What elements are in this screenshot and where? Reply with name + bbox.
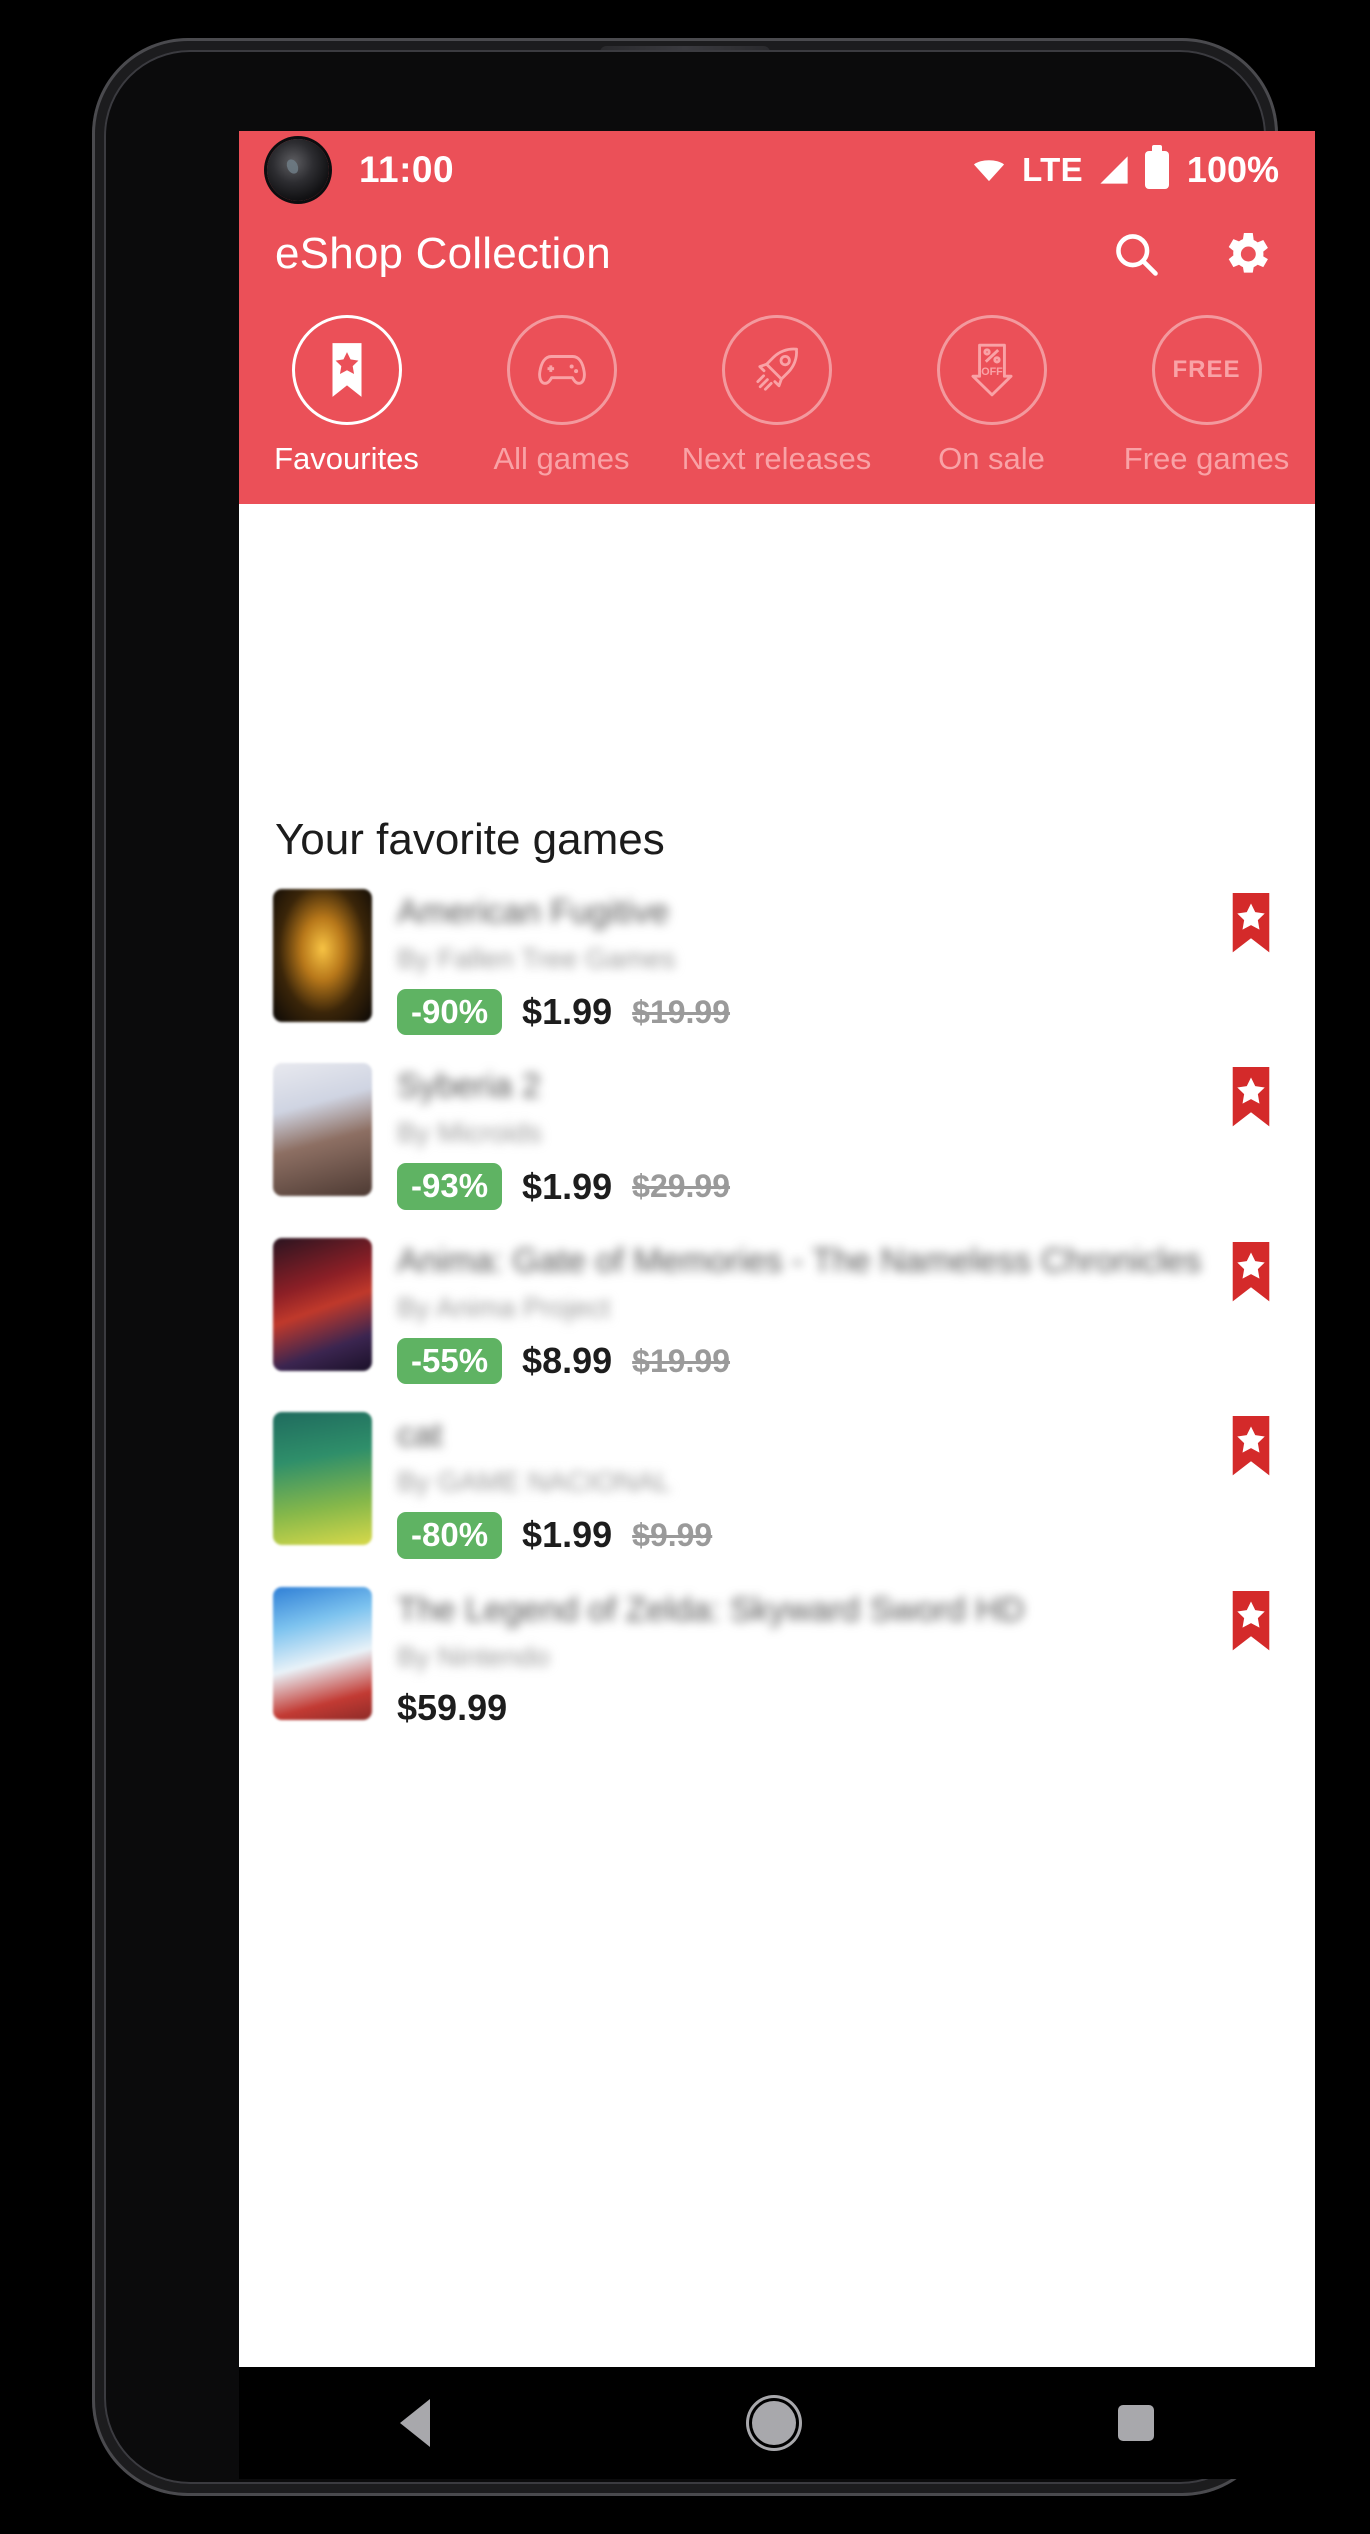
game-title: American Fugitive	[397, 893, 670, 931]
search-icon[interactable]	[1107, 225, 1165, 283]
original-price: $19.99	[632, 993, 731, 1030]
game-cover-art	[273, 1586, 372, 1720]
game-info: The Legend of Zelda: Skyward Sword HD By…	[397, 1587, 1205, 1729]
price-row: -80% $1.99 $9.99	[397, 1512, 1205, 1559]
free-badge-icon: FREE	[1151, 315, 1262, 425]
signal-icon	[1097, 155, 1131, 185]
app-header: 11:00 LTE 100% eShop Collection Favourit…	[239, 131, 1315, 504]
content-sheet: Your favorite games American Fugitive By…	[239, 781, 1315, 2479]
game-cover-art	[273, 1237, 372, 1371]
price-row: -55% $8.99 $19.99	[397, 1337, 1205, 1385]
discount-badge: -80%	[397, 1512, 503, 1559]
android-navigation-bar	[239, 2367, 1315, 2479]
list-item[interactable]: Anima: Gate of Memories - The Nameless C…	[239, 1224, 1315, 1398]
gear-icon[interactable]	[1217, 225, 1275, 283]
phone-screen: 11:00 LTE 100% eShop Collection Favourit…	[239, 131, 1315, 2479]
list-item[interactable]: Syberia 2 By Microids -93% $1.99 $29.99	[239, 1049, 1315, 1223]
percent-off-tag-icon: OFF	[936, 315, 1047, 425]
original-price: $19.99	[632, 1342, 731, 1379]
wifi-icon	[970, 151, 1008, 189]
price-row: -93% $1.99 $29.99	[397, 1163, 1205, 1210]
category-tab-favourites[interactable]: Favourites	[239, 315, 454, 478]
gamepad-icon	[506, 315, 617, 425]
svg-text:OFF: OFF	[981, 366, 1003, 378]
category-label: On sale	[938, 441, 1045, 476]
bookmark-star-icon	[291, 315, 402, 425]
favorite-toggle[interactable]	[1223, 893, 1281, 962]
current-price: $1.99	[522, 991, 613, 1033]
game-info: cat By GAME NACIONAL -80% $1.99 $9.99	[397, 1412, 1205, 1559]
game-cover-art	[273, 889, 372, 1022]
favorite-toggle[interactable]	[1223, 1241, 1281, 1311]
category-tab-next-releases[interactable]: Next releases	[669, 315, 884, 478]
game-cover-art	[273, 1412, 372, 1546]
front-camera-punchhole	[267, 139, 329, 201]
game-developer: By Anima Project	[397, 1291, 611, 1323]
discount-badge: -93%	[397, 1163, 503, 1210]
screenshot-root: 11:00 LTE 100% eShop Collection Favourit…	[0, 0, 1370, 2534]
game-info: Anima: Gate of Memories - The Nameless C…	[397, 1238, 1205, 1385]
game-title: cat	[397, 1416, 443, 1455]
back-button[interactable]	[400, 2399, 430, 2447]
battery-percent-label: 100%	[1186, 149, 1279, 190]
network-type-label: LTE	[1022, 151, 1083, 188]
home-button[interactable]	[752, 2401, 796, 2445]
free-badge-text: FREE	[1172, 356, 1241, 383]
game-title: Anima: Gate of Memories - The Nameless C…	[397, 1241, 1202, 1280]
rocket-icon	[721, 315, 832, 425]
list-item[interactable]: cat By GAME NACIONAL -80% $1.99 $9.99	[239, 1398, 1315, 1572]
status-clock: 11:00	[359, 149, 455, 190]
section-heading: Your favorite games	[275, 815, 665, 864]
battery-icon	[1144, 145, 1169, 189]
original-price: $29.99	[632, 1168, 731, 1205]
current-price: $59.99	[397, 1686, 508, 1728]
price-row: -90% $1.99 $19.99	[397, 989, 1205, 1036]
category-label: All games	[493, 441, 630, 476]
favorite-games-list: American Fugitive By Fallen Tree Games -…	[239, 875, 1315, 1743]
status-bar: 11:00 LTE 100%	[239, 131, 1315, 209]
phone-frame: 11:00 LTE 100% eShop Collection Favourit…	[92, 38, 1315, 2496]
discount-badge: -55%	[397, 1337, 503, 1385]
category-tab-all-games[interactable]: All games	[454, 315, 669, 478]
page-title: eShop Collection	[275, 229, 611, 278]
discount-badge: -90%	[397, 989, 503, 1036]
price-row: $59.99	[397, 1687, 1205, 1729]
game-title: The Legend of Zelda: Skyward Sword HD	[397, 1590, 1025, 1629]
game-developer: By GAME NACIONAL	[397, 1466, 671, 1498]
list-item[interactable]: The Legend of Zelda: Skyward Sword HD By…	[239, 1573, 1315, 1743]
game-developer: By Fallen Tree Games	[397, 943, 676, 975]
current-price: $8.99	[522, 1340, 613, 1382]
app-bar-actions	[1107, 225, 1275, 283]
game-title: Syberia 2	[397, 1067, 541, 1106]
current-price: $1.99	[522, 1165, 613, 1207]
game-cover-art	[273, 1063, 372, 1197]
category-label: Favourites	[274, 441, 419, 476]
category-label: Free games	[1123, 441, 1290, 476]
status-indicators: LTE 100%	[970, 145, 1279, 191]
game-developer: By Microids	[397, 1117, 542, 1149]
game-info: American Fugitive By Fallen Tree Games -…	[397, 889, 1205, 1036]
current-price: $1.99	[522, 1514, 613, 1556]
app-title-bar: eShop Collection	[239, 209, 1315, 293]
favorite-toggle[interactable]	[1223, 1416, 1281, 1485]
game-developer: By Nintendo	[397, 1640, 550, 1672]
list-item[interactable]: American Fugitive By Fallen Tree Games -…	[239, 875, 1315, 1049]
favorite-toggle[interactable]	[1223, 1590, 1281, 1660]
category-label: Next releases	[681, 441, 872, 476]
game-info: Syberia 2 By Microids -93% $1.99 $29.99	[397, 1063, 1205, 1210]
category-tab-free-games[interactable]: FREE Free games	[1099, 315, 1314, 478]
recents-button[interactable]	[1118, 2405, 1154, 2441]
original-price: $9.99	[632, 1516, 713, 1553]
category-tab-on-sale[interactable]: OFF On sale	[884, 315, 1099, 478]
category-tabs: Favourites All games Next releases OFF O…	[239, 293, 1315, 504]
favorite-toggle[interactable]	[1223, 1067, 1281, 1136]
